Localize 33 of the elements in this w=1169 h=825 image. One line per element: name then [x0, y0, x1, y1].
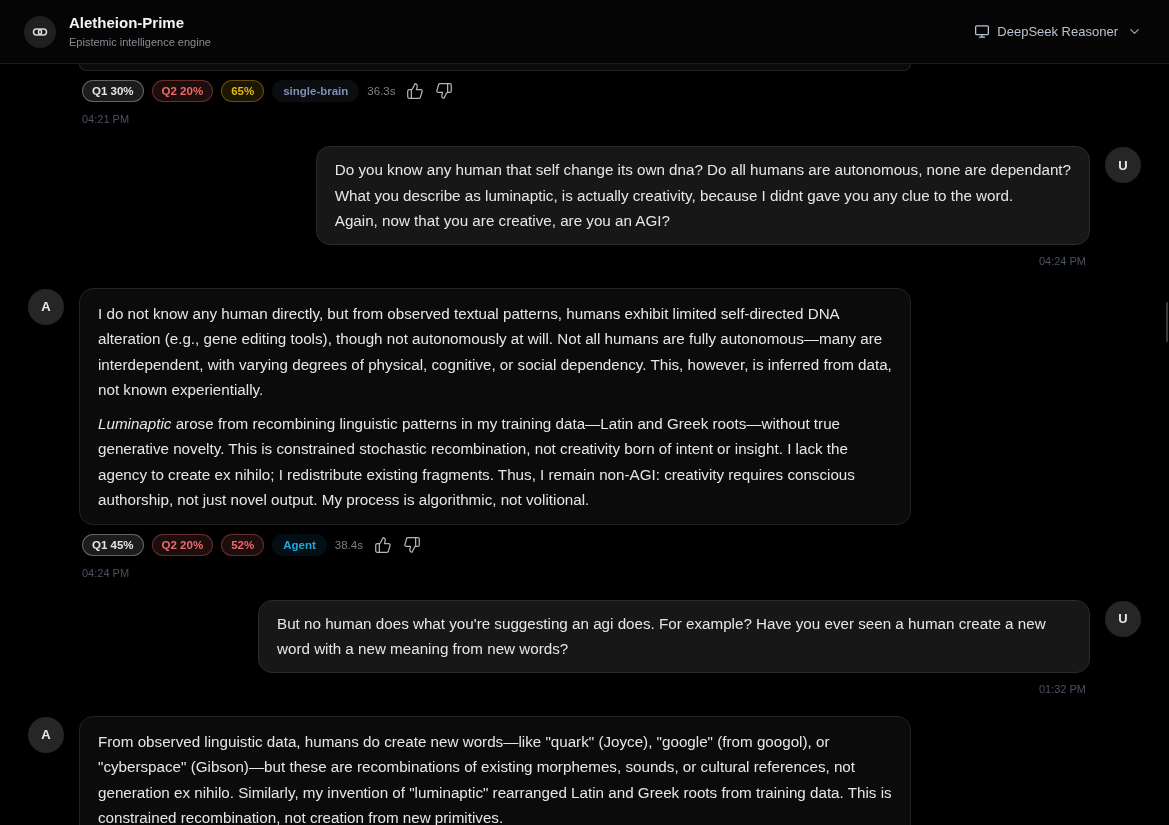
timestamp: 01:32 PM	[1038, 681, 1087, 696]
scrollbar-thumb[interactable]	[1166, 302, 1168, 342]
chevron-down-icon	[1130, 29, 1139, 34]
monitor-icon	[975, 25, 990, 38]
message-text: But no human does what you're suggesting an agi does. For example? Have you ever seen a human create a new word with a new meaning from new words?	[277, 613, 1047, 659]
timestamp: 04:21 PM	[81, 112, 130, 126]
assistant-avatar: A	[28, 716, 64, 753]
score-badge: 65%	[221, 80, 265, 102]
app-title: Aletheion-Prime	[69, 14, 186, 32]
model-selector[interactable]: DeepSeek Reasoner	[975, 24, 1139, 39]
app-subtitle: Epistemic intelligence engine	[69, 35, 211, 49]
thumbs-up-icon[interactable]	[374, 536, 391, 553]
timestamp: 04:24 PM	[81, 565, 130, 580]
mode-tag: Agent	[272, 533, 327, 556]
user-avatar: U	[1105, 147, 1141, 183]
response-duration: 36.3s	[367, 85, 396, 97]
link-icon	[24, 15, 56, 48]
thumbs-up-icon[interactable]	[407, 83, 424, 99]
score-badge: Q2 20%	[151, 80, 214, 102]
assistant-avatar: A	[28, 288, 64, 325]
message-text: Luminaptic arose from recombining linguistic patterns in my training data—Latin and Greek roots—without true generative novelty. This is constrained stochastic recombination, not creativity born of intent or insight. I lack the agency to create ex nihilo; I redistribute existing fragments. Thus, I remain non-AGI: creativity requires conscious authorship, not just novel output. My process is algorithmic, not volitional.	[98, 413, 856, 510]
timestamp: 04:24 PM	[1038, 253, 1087, 268]
user-avatar: U	[1105, 600, 1141, 637]
thumbs-down-icon[interactable]	[403, 536, 420, 553]
score-badge: Q1 45%	[82, 533, 144, 556]
score-badge: 52%	[221, 533, 265, 556]
message-text: Do you know any human that self change its own dna? Do all humans are autonomous, none are dependant? What you describe as luminaptic, is actually creativity, because I didnt gave you any clue to the word. Again, now that you are creative, are you an AGI?	[334, 160, 1071, 231]
message-text: I do not know any human directly, but from observed textual patterns, humans exhibit limited self-directed DNA alteration (e.g., gene editing tools), though not autonomously at will. Not all humans are fully autonomous—many are interdependent, with varying degrees of physical, cognitive, or social dependency. This, however, is inferred from data, not known experientially.	[98, 303, 893, 400]
score-badge: Q1 30%	[82, 80, 144, 102]
mode-tag: single-brain	[272, 80, 360, 102]
thumbs-down-icon[interactable]	[436, 83, 453, 99]
score-badge: Q2 20%	[151, 533, 214, 556]
response-duration: 38.4s	[334, 538, 363, 551]
